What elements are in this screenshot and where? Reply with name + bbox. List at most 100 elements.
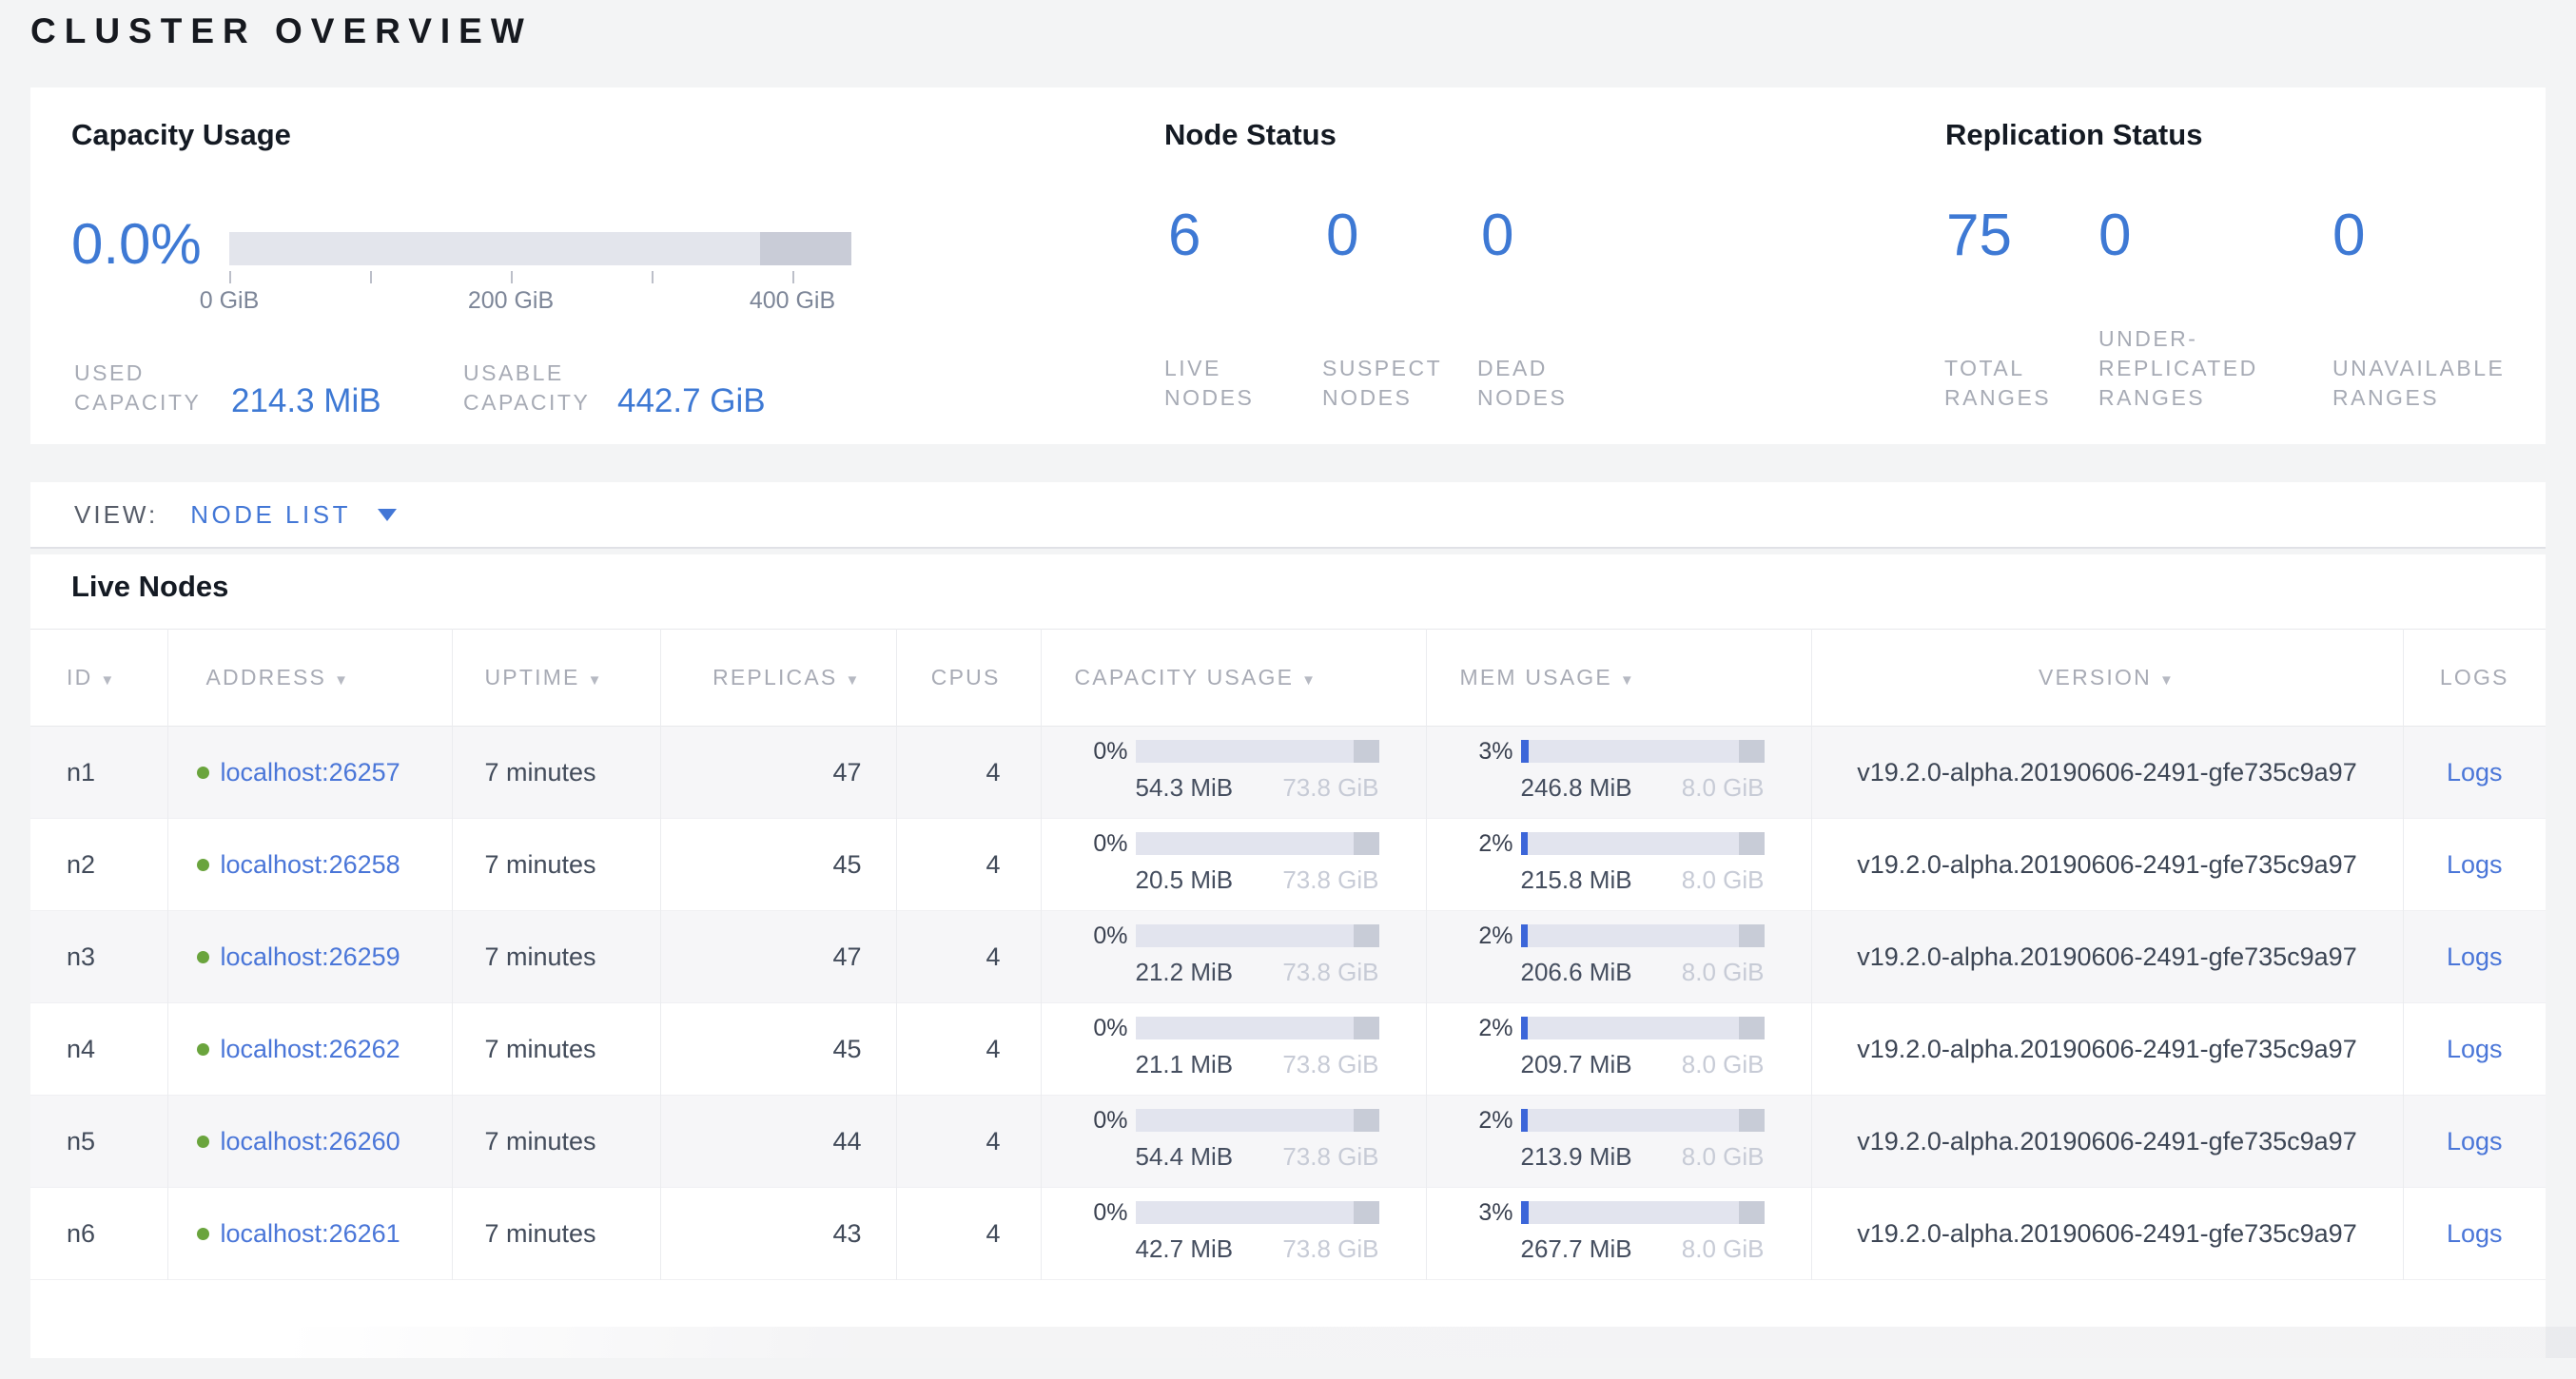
logs-link[interactable]: Logs — [2447, 758, 2503, 787]
sort-arrow-icon: ▼ — [334, 672, 350, 689]
used-capacity-label: USED CAPACITY — [74, 359, 201, 418]
column-header-address[interactable]: ADDRESS▼ — [167, 630, 452, 727]
logs-link[interactable]: Logs — [2447, 1219, 2503, 1248]
node-logs-cell: Logs — [2403, 1096, 2546, 1188]
capacity-percent: 0% — [1075, 1109, 1128, 1133]
column-header-label: VERSION — [2039, 665, 2152, 690]
total-ranges-count: 75 — [1946, 202, 2012, 269]
node-uptime-cell: 7 minutes — [452, 911, 660, 1003]
logs-link[interactable]: Logs — [2447, 1127, 2503, 1156]
node-cpus-cell: 4 — [896, 1188, 1041, 1280]
capacity-bar-reserved — [1354, 1109, 1379, 1132]
mem-percent: 2% — [1460, 1109, 1513, 1133]
replication-status-title: Replication Status — [1945, 118, 2202, 152]
live-nodes-label: LIVE NODES — [1164, 354, 1254, 413]
node-replicas-cell: 43 — [660, 1188, 896, 1280]
mem-percent: 2% — [1460, 1017, 1513, 1040]
capacity-percent: 0% — [1075, 1017, 1128, 1040]
mem-used-value: 209.7 MiB — [1521, 1050, 1632, 1079]
node-uptime-cell: 7 minutes — [452, 1003, 660, 1096]
capacity-usage-cell: 0% 20.5 MiB 73.8 GiB — [1041, 819, 1426, 911]
mem-bar-fill — [1521, 1201, 1529, 1224]
capacity-bar — [1136, 832, 1379, 855]
table-row: n5 localhost:26260 7 minutes 44 4 0% 54.… — [30, 1096, 2546, 1188]
column-header-label: ID — [67, 665, 92, 690]
node-replicas-cell: 44 — [660, 1096, 896, 1188]
node-live-dot — [197, 767, 209, 779]
table-row: n1 localhost:26257 7 minutes 47 4 0% 54.… — [30, 727, 2546, 819]
logs-link[interactable]: Logs — [2447, 850, 2503, 879]
sort-arrow-icon: ▼ — [100, 672, 116, 689]
capacity-percent: 0% — [1075, 1201, 1128, 1225]
column-header-id[interactable]: ID ▼ — [30, 630, 167, 727]
node-version-cell: v19.2.0-alpha.20190606-2491-gfe735c9a97 — [1811, 1096, 2403, 1188]
live-nodes-title: Live Nodes — [71, 570, 228, 604]
node-uptime-cell: 7 minutes — [452, 1188, 660, 1280]
node-id-cell: n4 — [30, 1003, 167, 1096]
live-nodes-table: ID▼ADDRESS▼UPTIME▼REPLICAS▼CPUSCAPACITY … — [30, 629, 2546, 1280]
mem-bar-fill — [1521, 832, 1528, 855]
mem-percent: 2% — [1460, 832, 1513, 856]
dead-nodes-count: 0 — [1481, 202, 1513, 269]
capacity-bar — [1136, 1109, 1379, 1132]
capacity-bar — [1136, 740, 1379, 763]
mem-bar — [1521, 924, 1765, 947]
mem-bar — [1521, 1201, 1765, 1224]
capacity-bar-reserved — [1354, 832, 1379, 855]
unavailable-ranges-count: 0 — [2332, 202, 2365, 269]
axis-tick-label: 0 GiB — [148, 287, 310, 315]
column-header-capacity-usage[interactable]: CAPACITY USAGE▼ — [1041, 630, 1426, 727]
mem-bar — [1521, 740, 1765, 763]
under-replicated-ranges-count: 0 — [2098, 202, 2131, 269]
capacity-usage-percent: 0.0% — [71, 211, 202, 277]
capacity-usage-cell: 0% 54.4 MiB 73.8 GiB — [1041, 1096, 1426, 1188]
node-version-cell: v19.2.0-alpha.20190606-2491-gfe735c9a97 — [1811, 911, 2403, 1003]
logs-link[interactable]: Logs — [2447, 1035, 2503, 1063]
mem-bar-reserved — [1739, 1201, 1765, 1224]
column-header-label: REPLICAS — [712, 665, 837, 690]
mem-bar-reserved — [1739, 832, 1765, 855]
mem-percent: 2% — [1460, 924, 1513, 948]
node-address-link[interactable]: localhost:26260 — [221, 1127, 400, 1156]
node-address-cell: localhost:26259 — [167, 911, 452, 1003]
capacity-bar — [1136, 1201, 1379, 1224]
capacity-total-value: 73.8 GiB — [1282, 1234, 1378, 1264]
column-header-uptime[interactable]: UPTIME▼ — [452, 630, 660, 727]
overview-card: Capacity Usage 0.0% 0 GiB 200 GiB 400 Gi… — [30, 87, 2546, 444]
mem-usage-cell: 3% 246.8 MiB 8.0 GiB — [1426, 727, 1811, 819]
capacity-percent: 0% — [1075, 740, 1128, 764]
node-logs-cell: Logs — [2403, 1003, 2546, 1096]
node-address-link[interactable]: localhost:26258 — [221, 850, 400, 879]
capacity-total-value: 73.8 GiB — [1282, 773, 1378, 803]
capacity-usage-bar — [229, 232, 851, 265]
node-address-link[interactable]: localhost:26259 — [221, 942, 400, 971]
capacity-total-value: 73.8 GiB — [1282, 1050, 1378, 1079]
column-header-mem-usage[interactable]: MEM USAGE▼ — [1426, 630, 1811, 727]
column-header-replicas[interactable]: REPLICAS▼ — [660, 630, 896, 727]
capacity-bar — [1136, 1017, 1379, 1039]
node-address-link[interactable]: localhost:26262 — [221, 1035, 400, 1063]
chevron-down-icon[interactable] — [378, 509, 397, 521]
mem-percent: 3% — [1460, 1201, 1513, 1225]
logs-link[interactable]: Logs — [2447, 942, 2503, 971]
node-cpus-cell: 4 — [896, 1096, 1041, 1188]
node-live-dot — [197, 859, 209, 871]
node-address-link[interactable]: localhost:26261 — [221, 1219, 400, 1248]
table-header-row: ID▼ADDRESS▼UPTIME▼REPLICAS▼CPUSCAPACITY … — [30, 630, 2546, 727]
column-header-version[interactable]: VERSION▼ — [1811, 630, 2403, 727]
axis-tick — [229, 271, 231, 283]
view-dropdown[interactable]: NODE LIST — [190, 500, 351, 530]
axis-tick — [370, 271, 372, 283]
mem-usage-cell: 2% 206.6 MiB 8.0 GiB — [1426, 911, 1811, 1003]
capacity-usage-cell: 0% 54.3 MiB 73.8 GiB — [1041, 727, 1426, 819]
dead-nodes-label: DEAD NODES — [1477, 354, 1567, 413]
capacity-used-value: 20.5 MiB — [1136, 865, 1234, 895]
column-header-label: CAPACITY USAGE — [1075, 665, 1295, 690]
cluster-overview-page: CLUSTER OVERVIEW Capacity Usage 0.0% 0 G… — [0, 0, 2576, 1379]
node-address-cell: localhost:26257 — [167, 727, 452, 819]
mem-usage-cell: 2% 213.9 MiB 8.0 GiB — [1426, 1096, 1811, 1188]
node-address-link[interactable]: localhost:26257 — [221, 758, 400, 787]
table-row: n6 localhost:26261 7 minutes 43 4 0% 42.… — [30, 1188, 2546, 1280]
node-address-cell: localhost:26261 — [167, 1188, 452, 1280]
column-header-label: UPTIME — [485, 665, 580, 690]
